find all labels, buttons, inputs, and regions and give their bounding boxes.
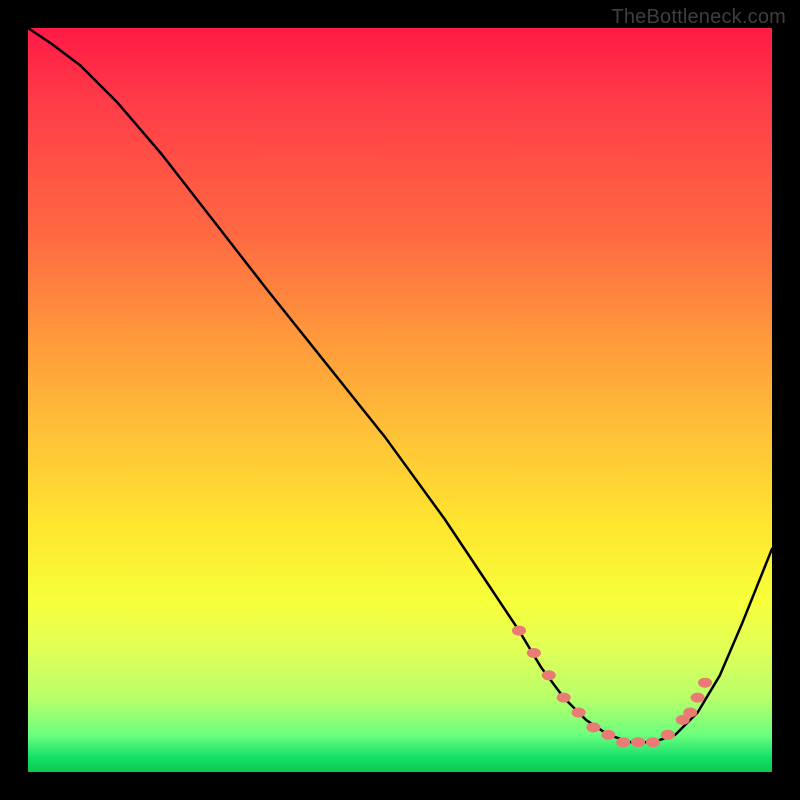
highlight-dot <box>527 648 541 658</box>
highlight-dot <box>631 737 645 747</box>
highlight-dot <box>646 737 660 747</box>
chart-frame: TheBottleneck.com <box>0 0 800 800</box>
highlight-dot <box>512 626 526 636</box>
highlight-dot <box>601 730 615 740</box>
highlight-dot <box>683 708 697 718</box>
highlight-dot <box>698 678 712 688</box>
highlight-dot <box>572 708 586 718</box>
highlight-dot <box>616 737 630 747</box>
watermark-label: TheBottleneck.com <box>611 6 786 29</box>
highlight-dot <box>586 722 600 732</box>
highlight-dot <box>661 730 675 740</box>
highlight-dot <box>542 670 556 680</box>
curve-layer <box>28 28 772 772</box>
highlight-dot <box>691 693 705 703</box>
gradient-plot-area <box>28 28 772 772</box>
bottleneck-curve <box>28 28 772 742</box>
highlight-dot <box>557 693 571 703</box>
